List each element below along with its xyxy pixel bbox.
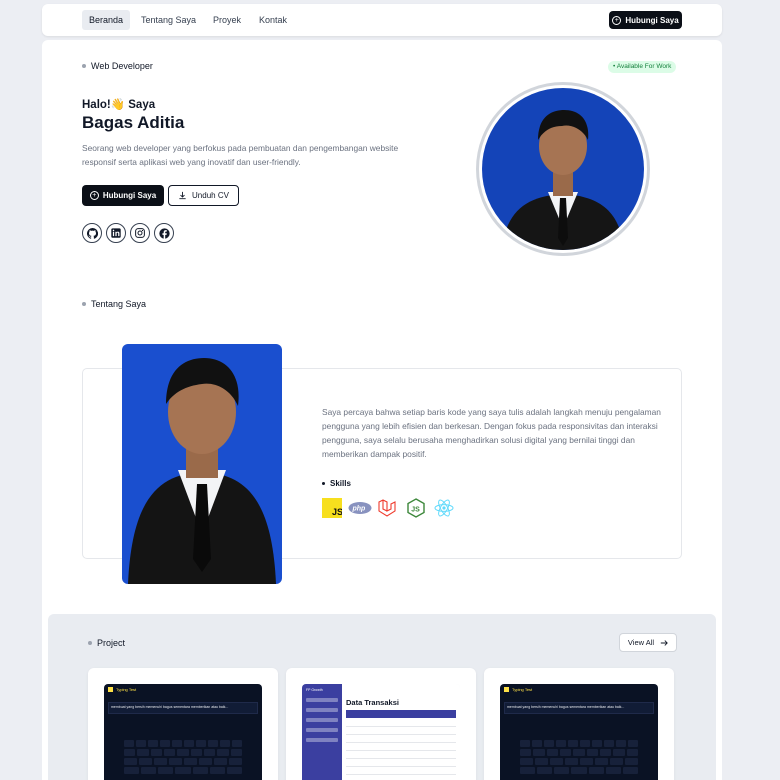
top-navbar: Beranda Tentang Saya Proyek Kontak + Hub… xyxy=(42,4,722,36)
project-screenshot: FP Growth Data Transaksi xyxy=(302,684,460,780)
hero-name: Bagas Aditia xyxy=(82,113,185,132)
keyboard-graphic xyxy=(124,740,242,780)
role-label: Web Developer xyxy=(82,61,153,71)
download-icon xyxy=(179,191,186,200)
bullet-dot xyxy=(88,641,92,645)
js-icon: JS xyxy=(322,498,343,518)
screen-title: Data Transaksi xyxy=(346,698,399,707)
view-all-label: View All xyxy=(627,638,655,647)
typing-line: membuat yang bersih memenuhi bagus semen… xyxy=(504,702,654,714)
bullet-dot xyxy=(82,64,86,68)
download-cv-label: Unduh CV xyxy=(192,191,229,200)
nav-proyek[interactable]: Proyek xyxy=(206,10,248,30)
nodejs-icon: JS xyxy=(406,498,426,518)
hero-contact-label: Hubungi Saya xyxy=(102,191,157,200)
project-app-title: FP Growth xyxy=(306,688,323,692)
nav-contact-label: Hubungi Saya xyxy=(625,15,679,25)
app-sidebar: FP Growth xyxy=(302,684,342,780)
profile-avatar xyxy=(476,82,650,256)
project-card-3[interactable]: Typing Test membuat yang bersih memenuhi… xyxy=(484,668,674,780)
nav-kontak[interactable]: Kontak xyxy=(252,10,294,30)
arrow-right-icon xyxy=(660,639,668,646)
role-text: Web Developer xyxy=(91,61,153,71)
hero-contact-button[interactable]: + Hubungi Saya xyxy=(82,185,164,206)
nav-beranda[interactable]: Beranda xyxy=(82,10,131,30)
download-cv-button[interactable]: Unduh CV xyxy=(168,185,239,206)
view-all-button[interactable]: View All xyxy=(619,633,677,652)
project-card-1[interactable]: Typing Test membuat yang bersih memenuhi… xyxy=(88,668,278,780)
php-icon: php xyxy=(348,498,372,518)
hero-description: Seorang web developer yang berfokus pada… xyxy=(82,143,399,167)
project-screenshot: Typing Test membuat yang bersih memenuhi… xyxy=(500,684,658,780)
available-badge: • Available For Work xyxy=(608,61,677,73)
react-icon xyxy=(434,498,454,518)
svg-text:JS: JS xyxy=(332,507,342,517)
project-screenshot: Typing Test membuat yang bersih memenuhi… xyxy=(104,684,262,780)
app-content: Data Transaksi xyxy=(342,684,460,780)
nav-contact-button[interactable]: + Hubungi Saya xyxy=(609,11,682,29)
project-app-title: Typing Test xyxy=(116,686,137,692)
project-card-2[interactable]: FP Growth Data Transaksi xyxy=(286,668,476,780)
about-description: Saya percaya bahwa setiap baris kode yan… xyxy=(322,407,661,459)
app-logo-icon xyxy=(504,686,509,692)
nav-tentang-saya[interactable]: Tentang Saya xyxy=(134,10,203,30)
project-section: Project View All Typing Test membuat yan… xyxy=(48,614,716,780)
profile-photo xyxy=(502,110,624,250)
about-heading: Tentang Saya xyxy=(91,299,147,309)
github-icon[interactable] xyxy=(82,223,102,243)
plus-circle-icon: + xyxy=(612,15,622,25)
project-heading: Project xyxy=(97,638,126,648)
linkedin-icon[interactable] xyxy=(106,223,126,243)
project-label: Project xyxy=(88,638,125,648)
search-bar xyxy=(346,710,456,718)
plus-circle-icon: + xyxy=(89,191,99,200)
laravel-icon xyxy=(377,498,397,518)
about-photo xyxy=(122,344,282,584)
svg-text:php: php xyxy=(352,506,367,513)
svg-text:JS: JS xyxy=(411,506,420,513)
skills-heading: Skills xyxy=(330,479,351,488)
bullet-dot xyxy=(82,302,86,306)
facebook-icon[interactable] xyxy=(154,223,174,243)
keyboard-graphic xyxy=(520,740,638,780)
skills-label: Skills xyxy=(322,479,351,488)
bullet-dot xyxy=(322,482,325,485)
app-logo-icon xyxy=(108,686,113,692)
instagram-icon[interactable] xyxy=(130,223,150,243)
about-label: Tentang Saya xyxy=(82,299,146,309)
greeting: Halo!👋 Saya xyxy=(82,99,156,111)
project-app-title: Typing Test xyxy=(512,686,533,692)
typing-line: membuat yang bersih memenuhi bagus semen… xyxy=(108,702,258,714)
